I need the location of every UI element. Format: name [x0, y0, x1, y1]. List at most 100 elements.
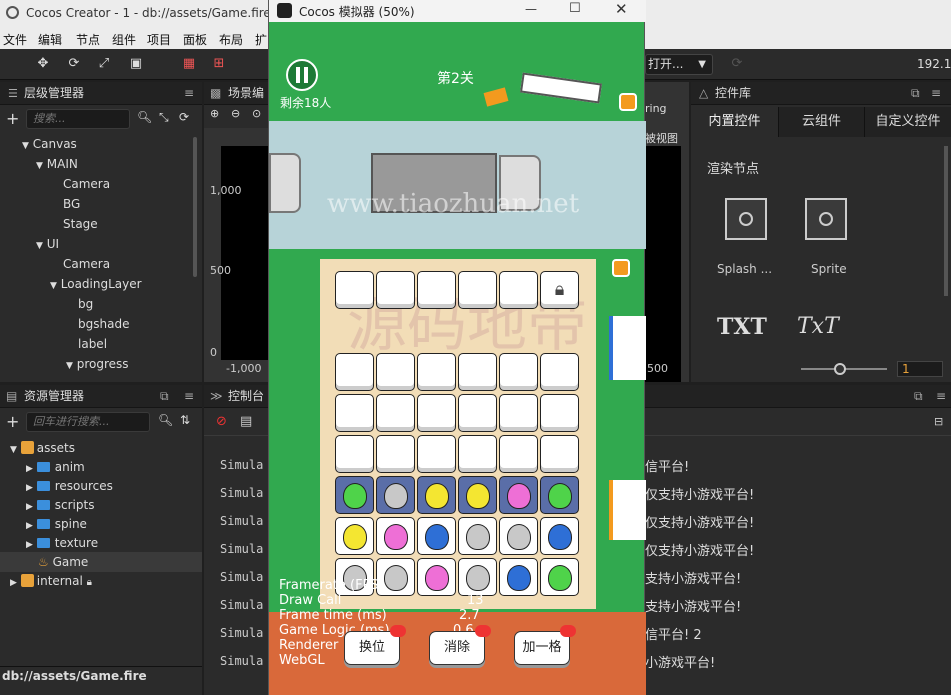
asset-folder-internal[interactable]: ▶ internal 🔒︎: [10, 574, 92, 588]
slot-tile[interactable]: [417, 271, 456, 309]
character-tile[interactable]: [458, 476, 497, 514]
menu-node[interactable]: 节点: [76, 31, 100, 48]
menu-file[interactable]: 文件: [3, 31, 27, 48]
maximize-icon[interactable]: ⧉: [160, 389, 169, 404]
grid-tile[interactable]: [458, 394, 497, 432]
grid-tile[interactable]: [499, 394, 538, 432]
grid-tile[interactable]: [417, 394, 456, 432]
add-slot-button[interactable]: 加一格: [514, 631, 570, 665]
grid-tile[interactable]: [540, 435, 579, 473]
tab-custom[interactable]: 自定义控件: [865, 107, 951, 137]
character-tile[interactable]: [458, 558, 497, 596]
add-node-icon[interactable]: +: [6, 109, 19, 128]
grid-tile[interactable]: [335, 435, 374, 473]
menu-panel[interactable]: 面板: [183, 31, 207, 48]
character-tile[interactable]: [335, 476, 374, 514]
tree-node-bg[interactable]: BG: [63, 197, 80, 211]
panel-menu-icon[interactable]: ≡: [936, 389, 946, 403]
tree-node-bg-2[interactable]: bg: [78, 297, 93, 311]
scale-tool-icon[interactable]: ⤢: [93, 54, 115, 74]
move-tool-icon[interactable]: ✥: [32, 54, 54, 74]
add-asset-icon[interactable]: +: [6, 412, 19, 431]
pivot-icon[interactable]: ▦: [178, 54, 200, 74]
tree-node-main[interactable]: ▼ MAIN: [36, 157, 78, 171]
character-tile[interactable]: [540, 517, 579, 555]
asset-folder-texture[interactable]: ▶ texture: [26, 536, 98, 550]
maximize-icon[interactable]: ⧉: [911, 86, 920, 101]
grid-tile[interactable]: [499, 435, 538, 473]
assets-search-input[interactable]: 回车进行搜索...: [26, 412, 150, 432]
hierarchy-scrollbar[interactable]: [193, 137, 197, 277]
refresh-icon[interactable]: ⟳: [726, 54, 748, 74]
search-icon[interactable]: 🔍︎: [137, 110, 152, 124]
local-icon[interactable]: ⊞: [208, 54, 230, 74]
character-tile[interactable]: [458, 517, 497, 555]
panel-menu-icon[interactable]: ≡: [184, 86, 194, 100]
menu-layout[interactable]: 布局: [219, 31, 243, 48]
grid-tile[interactable]: [376, 353, 415, 391]
tree-node-progress[interactable]: ▼ progress: [66, 357, 129, 371]
zoom-input[interactable]: 1: [897, 361, 943, 377]
open-log-icon[interactable]: ▤: [240, 414, 252, 429]
asset-folder-scripts[interactable]: ▶ scripts: [26, 498, 94, 512]
grid-tile[interactable]: [417, 435, 456, 473]
zoom-in-icon[interactable]: ⊕: [210, 107, 219, 120]
open-dropdown[interactable]: 打开... ▼: [645, 54, 713, 75]
character-tile[interactable]: [540, 558, 579, 596]
character-tile[interactable]: [335, 517, 374, 555]
settings-icon[interactable]: [619, 93, 637, 111]
slot-tile[interactable]: [376, 271, 415, 309]
tab-builtin[interactable]: 内置控件: [691, 107, 779, 137]
tree-node-camera-2[interactable]: Camera: [63, 257, 110, 271]
asset-file-game[interactable]: ♨ Game: [38, 555, 88, 569]
grid-tile[interactable]: [458, 435, 497, 473]
tree-node-camera[interactable]: Camera: [63, 177, 110, 191]
grid-tile[interactable]: [376, 394, 415, 432]
menu-edit[interactable]: 编辑: [38, 31, 62, 48]
tree-node-bgshade[interactable]: bgshade: [78, 317, 129, 331]
grid-tile[interactable]: [417, 353, 456, 391]
tree-node-ui[interactable]: ▼ UI: [36, 237, 59, 251]
asset-folder-anim[interactable]: ▶ anim: [26, 460, 85, 474]
maximize-icon[interactable]: ☐: [569, 1, 581, 16]
grid-tile[interactable]: [335, 394, 374, 432]
minimize-icon[interactable]: —: [525, 2, 537, 16]
refresh-icon[interactable]: ⟳: [179, 110, 189, 124]
slot-tile[interactable]: [458, 271, 497, 309]
rect-tool-icon[interactable]: ▣: [125, 54, 147, 74]
asset-folder-spine[interactable]: ▶ spine: [26, 517, 87, 531]
character-tile[interactable]: [417, 476, 456, 514]
character-tile[interactable]: [417, 517, 456, 555]
close-icon[interactable]: ✕: [615, 0, 628, 18]
character-tile[interactable]: [376, 476, 415, 514]
grid-tile[interactable]: [540, 394, 579, 432]
hierarchy-search-input[interactable]: 搜索...: [26, 109, 130, 129]
slot-tile[interactable]: [499, 271, 538, 309]
search-icon[interactable]: 🔍︎: [158, 413, 173, 427]
sprite-widget-icon[interactable]: [805, 198, 847, 240]
panel-menu-icon[interactable]: ≡: [931, 86, 941, 100]
grid-tile[interactable]: [540, 353, 579, 391]
tab-cloud[interactable]: 云组件: [779, 107, 865, 137]
tree-node-label[interactable]: label: [78, 337, 107, 351]
asset-folder-assets[interactable]: ▼ assets: [10, 441, 75, 455]
grid-tile[interactable]: [376, 435, 415, 473]
character-tile[interactable]: [499, 558, 538, 596]
filter-dropdown-icon[interactable]: ⊟: [934, 415, 943, 428]
zoom-slider-handle[interactable]: [834, 363, 846, 375]
scene-viewport[interactable]: 1,000 500 0 -1,000: [204, 128, 270, 382]
character-tile[interactable]: [499, 476, 538, 514]
tree-node-stage[interactable]: Stage: [63, 217, 98, 231]
tree-node-canvas[interactable]: ▼ Canvas: [22, 137, 77, 151]
character-tile[interactable]: [417, 558, 456, 596]
settings-icon[interactable]: [612, 259, 630, 277]
tree-node-loadinglayer[interactable]: ▼ LoadingLayer: [50, 277, 142, 291]
menu-extension[interactable]: 扩: [255, 31, 267, 48]
character-tile[interactable]: [540, 476, 579, 514]
asset-folder-resources[interactable]: ▶ resources: [26, 479, 113, 493]
widgets-scrollbar[interactable]: [944, 146, 948, 296]
slot-tile[interactable]: [335, 271, 374, 309]
richtext-widget-icon[interactable]: TxT: [797, 314, 839, 339]
menu-project[interactable]: 项目: [147, 31, 171, 48]
character-tile[interactable]: [499, 517, 538, 555]
